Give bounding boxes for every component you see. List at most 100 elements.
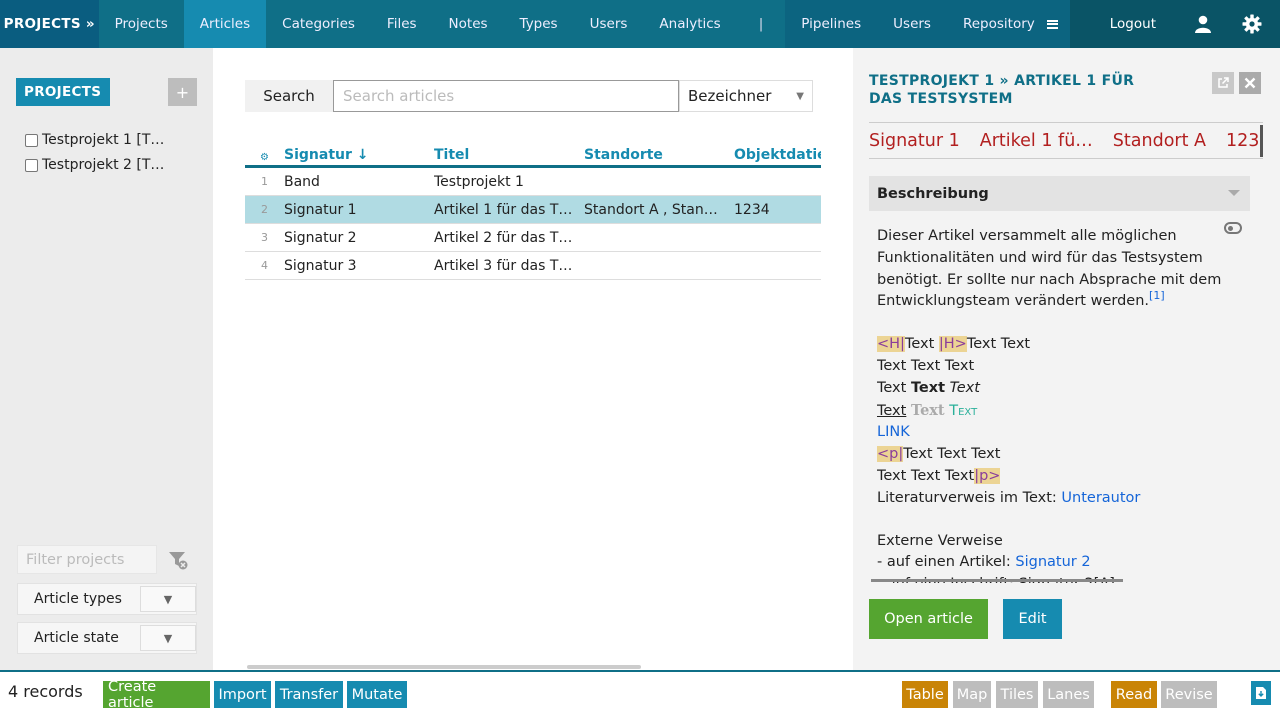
view-lanes-button[interactable]: Lanes [1043, 681, 1094, 708]
nav-categories[interactable]: Categories [266, 0, 371, 48]
mode-read-button[interactable]: Read [1111, 681, 1157, 708]
add-project-button[interactable]: + [168, 78, 197, 106]
article-detail-pane: TESTPROJEKT 1 » ARTIKEL 1 FÜR DAS TESTSY… [853, 48, 1280, 670]
mode-revise-button[interactable]: Revise [1161, 681, 1217, 708]
nav-pipelines[interactable]: Pipelines [785, 0, 877, 48]
search-field-select[interactable]: Bezeichner ▼ [679, 80, 813, 112]
header-titel[interactable]: Titel [434, 147, 584, 165]
table-row[interactable]: 1 Band Testprojekt 1 [245, 168, 821, 196]
footer-toolbar: 4 records Create article Import Transfer… [0, 670, 1280, 715]
close-icon[interactable] [1239, 72, 1261, 94]
link-text[interactable]: LINK [877, 422, 1222, 444]
cell-titel: Artikel 2 für das T… [434, 229, 573, 246]
gear-icon[interactable] [1228, 0, 1276, 48]
external-refs-heading: Externe Verweise [877, 532, 1003, 549]
cell-signatur: Signatur 3 [284, 257, 357, 274]
user-icon[interactable] [1178, 0, 1228, 48]
articles-table: ⚙ Signatur ↓ Titel Standorte Objektdatie… [245, 144, 821, 280]
project-checkbox[interactable] [25, 158, 38, 172]
nav-analytics[interactable]: Analytics [643, 0, 736, 48]
nav-users[interactable]: Users [574, 0, 644, 48]
text: Text [904, 336, 939, 353]
create-article-button[interactable]: Create article [103, 679, 210, 711]
literature-link[interactable]: Unterautor [1061, 490, 1140, 506]
nav-user-area: Logout [1069, 0, 1280, 48]
logout-link[interactable]: Logout [1070, 0, 1178, 48]
projects-sidebar: PROJECTS + Testprojekt 1 [T… Testprojekt… [0, 48, 213, 670]
row-number: 2 [261, 203, 268, 216]
open-article-button[interactable]: Open article [869, 599, 988, 639]
paragraph-tag-open: <p| [877, 446, 904, 463]
filter-projects-input[interactable]: Filter projects [17, 545, 157, 574]
nav-files[interactable]: Files [371, 0, 433, 48]
chevron-down-icon[interactable]: ▼ [140, 586, 196, 612]
heading-tag-close: |H> [938, 336, 967, 353]
text: Text [877, 379, 911, 396]
open-external-icon[interactable] [1212, 72, 1234, 94]
summary-titel: Artikel 1 fü… [979, 130, 1093, 151]
literature-ref-label: Literaturverweis im Text: [877, 489, 1062, 506]
cell-signatur: Signatur 1 [284, 201, 357, 218]
brand-projects-link[interactable]: PROJECTS » [0, 0, 99, 48]
header-signatur[interactable]: Signatur ↓ [284, 147, 434, 165]
table-row[interactable]: 4 Signatur 3 Artikel 3 für das T… [245, 252, 821, 280]
article-state-select[interactable]: Article state ▼ [17, 622, 197, 654]
detail-summary-strip: Signatur 1 Artikel 1 fü… Standort A 1234 [869, 122, 1263, 159]
row-number: 3 [261, 231, 268, 244]
toggle-switch[interactable] [1224, 222, 1242, 234]
nav-group-admin: Pipelines Users Repository [785, 0, 1070, 48]
nav-repository[interactable]: Repository [947, 0, 1041, 48]
nav-notes[interactable]: Notes [433, 0, 504, 48]
detail-title: TESTPROJEKT 1 » ARTIKEL 1 FÜR DAS TESTSY… [869, 73, 1135, 107]
cell-titel: Artikel 3 für das T… [434, 257, 573, 274]
mutate-button[interactable]: Mutate [347, 681, 407, 708]
cell-objektdatierung: 1234 [734, 201, 770, 218]
project-checkbox[interactable] [25, 133, 38, 147]
import-button[interactable]: Import [214, 681, 271, 708]
table-row-selected[interactable]: 2 Signatur 1 Artikel 1 für das T… Standort … [245, 196, 821, 224]
project-item[interactable]: Testprojekt 2 [T… [25, 157, 164, 173]
export-file-icon[interactable] [1251, 681, 1271, 705]
transfer-button[interactable]: Transfer [275, 681, 343, 708]
project-item[interactable]: Testprojekt 1 [T… [25, 132, 164, 148]
view-map-button[interactable]: Map [953, 681, 991, 708]
clear-filter-icon[interactable] [168, 550, 188, 574]
content-scroll-divider [871, 579, 1123, 582]
header-objektdatierung[interactable]: Objektdatie [734, 147, 821, 165]
view-table-button[interactable]: Table [902, 681, 948, 708]
text-line: Text Text Text [877, 357, 975, 374]
serif-text: Text [910, 401, 945, 419]
nav-types[interactable]: Types [504, 0, 574, 48]
search-label: Search [245, 80, 333, 112]
table-row[interactable]: 3 Signatur 2 Artikel 2 für das T… [245, 224, 821, 252]
beschreibung-content: Dieser Artikel versammelt alle möglichen… [877, 226, 1222, 583]
nav-users-admin[interactable]: Users [877, 0, 947, 48]
article-types-select[interactable]: Article types ▼ [17, 583, 197, 615]
chevron-down-icon[interactable]: ▼ [140, 625, 196, 651]
bold-text: Text [910, 379, 946, 396]
edit-button[interactable]: Edit [1003, 599, 1062, 639]
row-number: 4 [261, 259, 268, 272]
search-input[interactable]: Search articles [333, 80, 679, 112]
summary-objektdatierung: 1234 [1226, 130, 1263, 151]
horizontal-scrollbar[interactable] [247, 665, 641, 669]
nav-projects[interactable]: Projects [99, 0, 184, 48]
nav-articles[interactable]: Articles [183, 0, 267, 48]
section-beschreibung-header[interactable]: Beschreibung [869, 176, 1250, 211]
view-tiles-button[interactable]: Tiles [996, 681, 1038, 708]
italic-text: Text [945, 379, 980, 396]
text: Text Text Text [877, 467, 975, 484]
column-settings-icon[interactable]: ⚙ [245, 152, 284, 165]
cell-signatur: Signatur 2 [284, 229, 357, 246]
cell-standorte: Standort A , Stan… [584, 201, 718, 218]
record-count: 4 records [8, 682, 83, 701]
external-ref-link[interactable]: Signatur 2 [1015, 554, 1090, 570]
summary-signatur: Signatur 1 [869, 130, 960, 151]
hamburger-icon[interactable] [1041, 0, 1070, 48]
project-label: Testprojekt 2 [T… [42, 157, 165, 173]
header-standorte[interactable]: Standorte [584, 147, 734, 165]
nav-separator: | [758, 16, 764, 32]
footnote-link[interactable]: [1] [1149, 290, 1165, 303]
chevron-down-icon[interactable] [1228, 190, 1240, 196]
projects-heading: PROJECTS [16, 78, 110, 106]
